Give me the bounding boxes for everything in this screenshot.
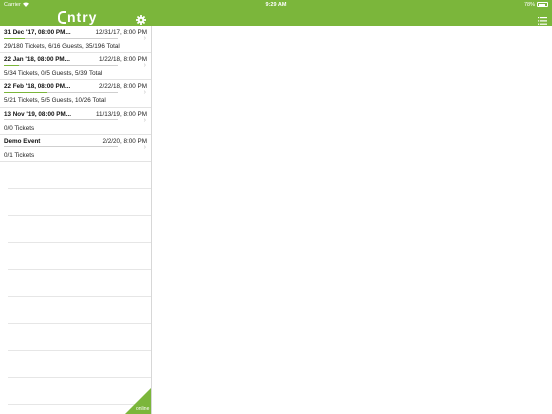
event-title: 13 Nov '19, 08:00 PM... xyxy=(4,110,71,118)
event-date: 11/13/19, 8:00 PM xyxy=(96,110,147,118)
event-summary: 29/180 Tickets, 6/16 Guests, 35/196 Tota… xyxy=(4,43,120,50)
chevron-right-icon: › xyxy=(143,62,146,70)
online-status-label: online xyxy=(136,406,150,412)
checkin-progress-fill xyxy=(4,91,48,94)
event-title: Demo Event xyxy=(4,137,41,145)
empty-row-divider xyxy=(8,377,151,378)
checkin-progress-bar xyxy=(4,37,118,39)
event-row[interactable]: 31 Dec '17, 08:00 PM... 12/31/17, 8:00 P… xyxy=(0,26,151,54)
event-row[interactable]: 22 Feb '18, 08:00 PM... 2/22/18, 8:00 PM… xyxy=(0,80,151,108)
chevron-right-icon: › xyxy=(143,116,146,124)
settings-gear-icon[interactable] xyxy=(136,12,146,25)
event-summary: 0/1 Tickets xyxy=(4,151,35,159)
event-date: 2/22/18, 8:00 PM xyxy=(99,83,147,91)
status-time: 9:29 AM xyxy=(265,1,287,8)
status-right: 78% xyxy=(524,2,548,8)
event-date: 1/22/18, 8:00 PM xyxy=(99,56,147,64)
event-summary: 5/21 Tickets, 5/5 Guests, 10/26 Total xyxy=(4,97,106,105)
event-row[interactable]: Demo Event 2/2/20, 8:00 PM › 0/1 Tickets xyxy=(0,135,151,162)
checkin-progress-bar xyxy=(4,146,118,148)
chevron-right-icon: › xyxy=(143,35,146,42)
logo-mark-icon xyxy=(58,11,66,24)
empty-row-divider xyxy=(8,188,151,189)
empty-row-divider xyxy=(8,269,151,270)
event-date: 2/2/20, 8:00 PM xyxy=(102,137,147,145)
event-summary: 5/34 Tickets, 0/5 Guests, 5/39 Total xyxy=(4,70,103,78)
battery-percent: 78% xyxy=(523,1,535,8)
chevron-right-icon: › xyxy=(143,89,146,97)
menu-list-icon[interactable] xyxy=(538,12,547,25)
event-title: 31 Dec '17, 08:00 PM... xyxy=(4,29,71,36)
empty-row-divider xyxy=(8,242,151,243)
battery-fill xyxy=(538,3,545,6)
event-title: 22 Feb '18, 08:00 PM... xyxy=(4,83,71,91)
empty-row-divider xyxy=(8,296,151,297)
checkin-progress-bar xyxy=(4,64,118,66)
split-view-divider xyxy=(151,26,152,414)
event-row[interactable]: 22 Jan '18, 08:00 PM... 1/22/18, 8:00 PM… xyxy=(0,53,151,81)
event-date: 12/31/17, 8:00 PM xyxy=(95,29,147,36)
empty-row-divider xyxy=(8,350,151,351)
checkin-progress-fill xyxy=(4,37,25,39)
event-list: 31 Dec '17, 08:00 PM... 12/31/17, 8:00 P… xyxy=(0,26,151,162)
checkin-progress-bar xyxy=(4,119,118,121)
chevron-right-icon: › xyxy=(143,143,146,151)
empty-row-divider xyxy=(8,323,151,324)
event-title: 22 Jan '18, 08:00 PM... xyxy=(4,56,70,64)
checkin-progress-fill xyxy=(4,64,19,66)
empty-row-divider xyxy=(8,215,151,216)
checkin-progress-bar xyxy=(4,91,118,94)
app-logo: ntry xyxy=(58,9,97,24)
event-row[interactable]: 13 Nov '19, 08:00 PM... 11/13/19, 8:00 P… xyxy=(0,108,151,135)
logo-text: ntry xyxy=(67,9,98,25)
battery-icon xyxy=(537,2,548,7)
status-bar: Carrier 9:29 AM 78% xyxy=(0,0,552,9)
event-summary: 0/0 Tickets xyxy=(4,124,35,132)
